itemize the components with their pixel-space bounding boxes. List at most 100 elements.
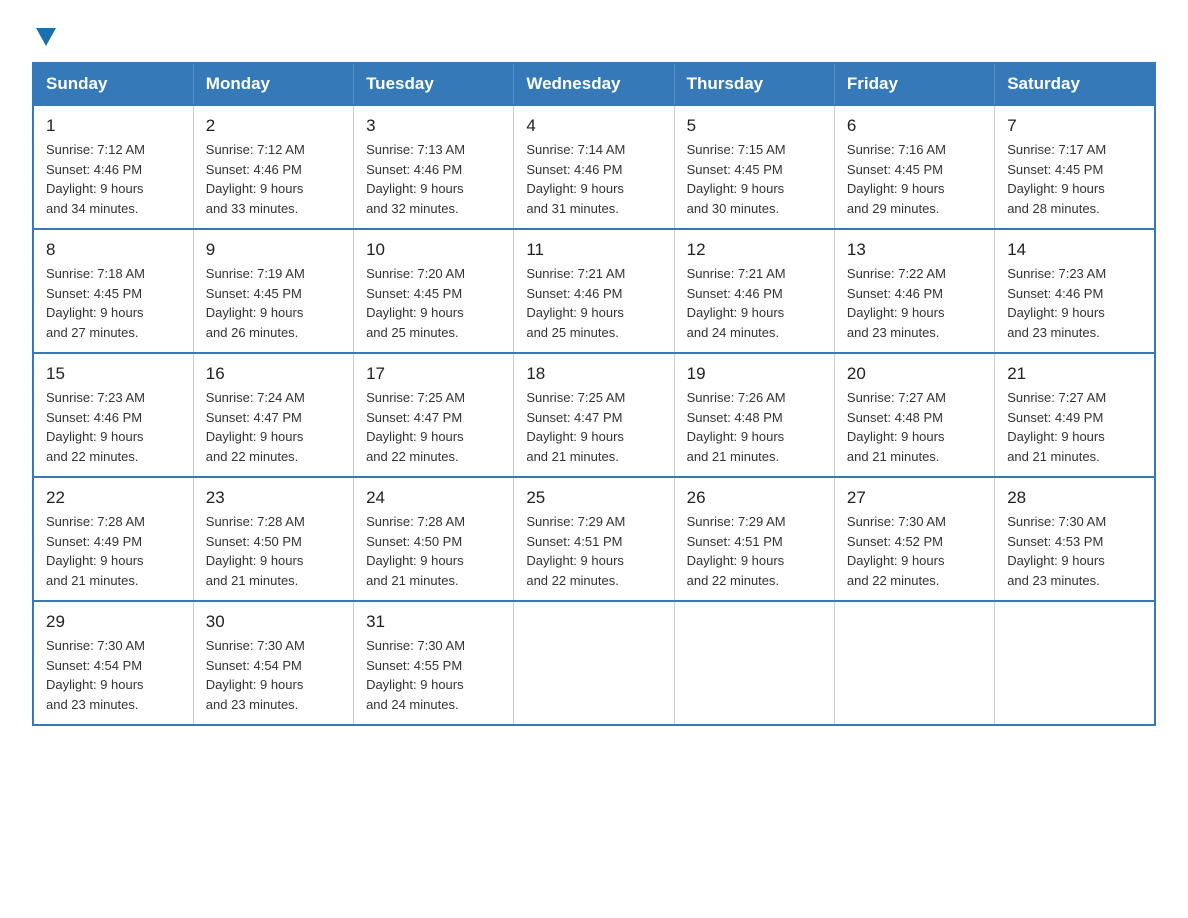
day-headers-row: SundayMondayTuesdayWednesdayThursdayFrid… <box>33 63 1155 105</box>
day-number: 30 <box>206 612 341 632</box>
day-info: Sunrise: 7:24 AMSunset: 4:47 PMDaylight:… <box>206 388 341 466</box>
calendar-cell: 11 Sunrise: 7:21 AMSunset: 4:46 PMDaylig… <box>514 229 674 353</box>
calendar-cell: 23 Sunrise: 7:28 AMSunset: 4:50 PMDaylig… <box>193 477 353 601</box>
calendar-cell: 13 Sunrise: 7:22 AMSunset: 4:46 PMDaylig… <box>834 229 994 353</box>
day-info: Sunrise: 7:21 AMSunset: 4:46 PMDaylight:… <box>687 264 822 342</box>
day-number: 13 <box>847 240 982 260</box>
day-number: 7 <box>1007 116 1142 136</box>
logo-triangle-icon <box>36 28 56 46</box>
day-number: 10 <box>366 240 501 260</box>
day-info: Sunrise: 7:28 AMSunset: 4:50 PMDaylight:… <box>366 512 501 590</box>
day-header-thursday: Thursday <box>674 63 834 105</box>
week-row-3: 15 Sunrise: 7:23 AMSunset: 4:46 PMDaylig… <box>33 353 1155 477</box>
calendar-cell: 6 Sunrise: 7:16 AMSunset: 4:45 PMDayligh… <box>834 105 994 229</box>
calendar-cell <box>514 601 674 725</box>
calendar-body: 1 Sunrise: 7:12 AMSunset: 4:46 PMDayligh… <box>33 105 1155 725</box>
day-info: Sunrise: 7:29 AMSunset: 4:51 PMDaylight:… <box>526 512 661 590</box>
page-header <box>32 24 1156 44</box>
calendar-cell: 22 Sunrise: 7:28 AMSunset: 4:49 PMDaylig… <box>33 477 193 601</box>
day-info: Sunrise: 7:13 AMSunset: 4:46 PMDaylight:… <box>366 140 501 218</box>
day-info: Sunrise: 7:30 AMSunset: 4:54 PMDaylight:… <box>206 636 341 714</box>
calendar-cell: 10 Sunrise: 7:20 AMSunset: 4:45 PMDaylig… <box>354 229 514 353</box>
calendar-cell: 21 Sunrise: 7:27 AMSunset: 4:49 PMDaylig… <box>995 353 1155 477</box>
day-info: Sunrise: 7:27 AMSunset: 4:48 PMDaylight:… <box>847 388 982 466</box>
calendar-cell <box>995 601 1155 725</box>
calendar-cell: 4 Sunrise: 7:14 AMSunset: 4:46 PMDayligh… <box>514 105 674 229</box>
calendar-cell: 8 Sunrise: 7:18 AMSunset: 4:45 PMDayligh… <box>33 229 193 353</box>
day-number: 28 <box>1007 488 1142 508</box>
calendar-cell: 18 Sunrise: 7:25 AMSunset: 4:47 PMDaylig… <box>514 353 674 477</box>
day-info: Sunrise: 7:29 AMSunset: 4:51 PMDaylight:… <box>687 512 822 590</box>
day-number: 23 <box>206 488 341 508</box>
day-number: 18 <box>526 364 661 384</box>
day-header-saturday: Saturday <box>995 63 1155 105</box>
calendar-cell: 15 Sunrise: 7:23 AMSunset: 4:46 PMDaylig… <box>33 353 193 477</box>
day-number: 17 <box>366 364 501 384</box>
calendar-cell: 16 Sunrise: 7:24 AMSunset: 4:47 PMDaylig… <box>193 353 353 477</box>
day-info: Sunrise: 7:18 AMSunset: 4:45 PMDaylight:… <box>46 264 181 342</box>
calendar-table: SundayMondayTuesdayWednesdayThursdayFrid… <box>32 62 1156 726</box>
day-number: 3 <box>366 116 501 136</box>
calendar-cell <box>674 601 834 725</box>
day-info: Sunrise: 7:30 AMSunset: 4:52 PMDaylight:… <box>847 512 982 590</box>
week-row-1: 1 Sunrise: 7:12 AMSunset: 4:46 PMDayligh… <box>33 105 1155 229</box>
day-number: 1 <box>46 116 181 136</box>
calendar-cell: 12 Sunrise: 7:21 AMSunset: 4:46 PMDaylig… <box>674 229 834 353</box>
day-number: 14 <box>1007 240 1142 260</box>
calendar-cell: 24 Sunrise: 7:28 AMSunset: 4:50 PMDaylig… <box>354 477 514 601</box>
day-info: Sunrise: 7:15 AMSunset: 4:45 PMDaylight:… <box>687 140 822 218</box>
calendar-cell: 31 Sunrise: 7:30 AMSunset: 4:55 PMDaylig… <box>354 601 514 725</box>
day-info: Sunrise: 7:25 AMSunset: 4:47 PMDaylight:… <box>366 388 501 466</box>
day-info: Sunrise: 7:21 AMSunset: 4:46 PMDaylight:… <box>526 264 661 342</box>
day-number: 9 <box>206 240 341 260</box>
day-header-sunday: Sunday <box>33 63 193 105</box>
calendar-cell: 25 Sunrise: 7:29 AMSunset: 4:51 PMDaylig… <box>514 477 674 601</box>
logo <box>32 24 56 44</box>
day-number: 16 <box>206 364 341 384</box>
day-number: 2 <box>206 116 341 136</box>
day-info: Sunrise: 7:30 AMSunset: 4:54 PMDaylight:… <box>46 636 181 714</box>
day-number: 22 <box>46 488 181 508</box>
day-number: 12 <box>687 240 822 260</box>
day-info: Sunrise: 7:20 AMSunset: 4:45 PMDaylight:… <box>366 264 501 342</box>
day-number: 26 <box>687 488 822 508</box>
calendar-cell: 27 Sunrise: 7:30 AMSunset: 4:52 PMDaylig… <box>834 477 994 601</box>
day-info: Sunrise: 7:23 AMSunset: 4:46 PMDaylight:… <box>1007 264 1142 342</box>
day-info: Sunrise: 7:28 AMSunset: 4:50 PMDaylight:… <box>206 512 341 590</box>
calendar-cell: 17 Sunrise: 7:25 AMSunset: 4:47 PMDaylig… <box>354 353 514 477</box>
calendar-cell <box>834 601 994 725</box>
calendar-cell: 20 Sunrise: 7:27 AMSunset: 4:48 PMDaylig… <box>834 353 994 477</box>
day-header-wednesday: Wednesday <box>514 63 674 105</box>
day-info: Sunrise: 7:12 AMSunset: 4:46 PMDaylight:… <box>46 140 181 218</box>
day-info: Sunrise: 7:23 AMSunset: 4:46 PMDaylight:… <box>46 388 181 466</box>
day-header-monday: Monday <box>193 63 353 105</box>
calendar-cell: 9 Sunrise: 7:19 AMSunset: 4:45 PMDayligh… <box>193 229 353 353</box>
day-number: 5 <box>687 116 822 136</box>
day-number: 27 <box>847 488 982 508</box>
day-info: Sunrise: 7:25 AMSunset: 4:47 PMDaylight:… <box>526 388 661 466</box>
day-info: Sunrise: 7:17 AMSunset: 4:45 PMDaylight:… <box>1007 140 1142 218</box>
day-info: Sunrise: 7:16 AMSunset: 4:45 PMDaylight:… <box>847 140 982 218</box>
day-info: Sunrise: 7:22 AMSunset: 4:46 PMDaylight:… <box>847 264 982 342</box>
day-info: Sunrise: 7:30 AMSunset: 4:53 PMDaylight:… <box>1007 512 1142 590</box>
day-info: Sunrise: 7:30 AMSunset: 4:55 PMDaylight:… <box>366 636 501 714</box>
day-number: 29 <box>46 612 181 632</box>
day-info: Sunrise: 7:14 AMSunset: 4:46 PMDaylight:… <box>526 140 661 218</box>
day-number: 19 <box>687 364 822 384</box>
day-number: 8 <box>46 240 181 260</box>
day-info: Sunrise: 7:19 AMSunset: 4:45 PMDaylight:… <box>206 264 341 342</box>
week-row-5: 29 Sunrise: 7:30 AMSunset: 4:54 PMDaylig… <box>33 601 1155 725</box>
day-info: Sunrise: 7:27 AMSunset: 4:49 PMDaylight:… <box>1007 388 1142 466</box>
day-number: 11 <box>526 240 661 260</box>
calendar-cell: 14 Sunrise: 7:23 AMSunset: 4:46 PMDaylig… <box>995 229 1155 353</box>
day-number: 31 <box>366 612 501 632</box>
calendar-cell: 2 Sunrise: 7:12 AMSunset: 4:46 PMDayligh… <box>193 105 353 229</box>
calendar-header: SundayMondayTuesdayWednesdayThursdayFrid… <box>33 63 1155 105</box>
day-number: 20 <box>847 364 982 384</box>
day-number: 24 <box>366 488 501 508</box>
calendar-cell: 29 Sunrise: 7:30 AMSunset: 4:54 PMDaylig… <box>33 601 193 725</box>
week-row-2: 8 Sunrise: 7:18 AMSunset: 4:45 PMDayligh… <box>33 229 1155 353</box>
calendar-cell: 19 Sunrise: 7:26 AMSunset: 4:48 PMDaylig… <box>674 353 834 477</box>
calendar-cell: 7 Sunrise: 7:17 AMSunset: 4:45 PMDayligh… <box>995 105 1155 229</box>
day-info: Sunrise: 7:12 AMSunset: 4:46 PMDaylight:… <box>206 140 341 218</box>
